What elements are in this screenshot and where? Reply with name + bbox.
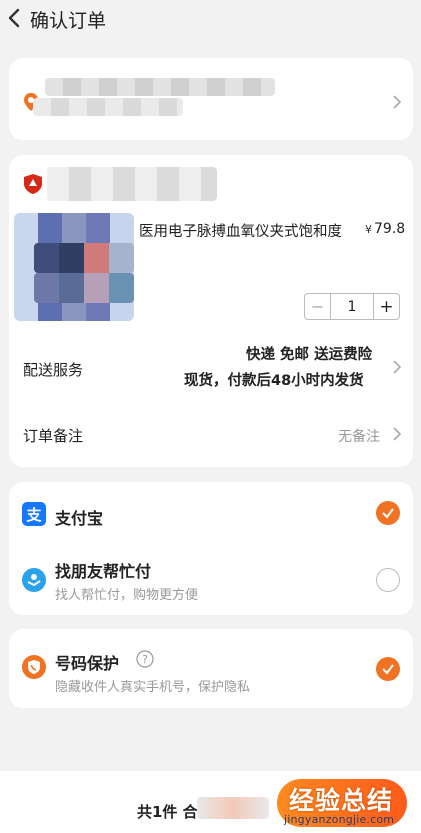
address-name-blurred [45,78,275,96]
watermark-url: jingyanzongjie.com [284,813,395,826]
address-card[interactable] [9,58,413,140]
quantity-stepper: − 1 + [304,293,400,320]
alipay-check[interactable] [376,501,400,525]
friend-pay-subtitle: 找人帮忙付，购物更方便 [55,588,199,603]
back-icon[interactable] [4,6,26,30]
chevron-right-icon[interactable] [392,360,402,374]
delivery-line2: 现货，付款后48小时内发货 [184,373,364,389]
privacy-check[interactable] [376,657,400,681]
svg-text:?: ? [142,653,148,666]
page-title: 确认订单 [30,10,107,32]
delivery-line1: 快递 免邮 送运费险 [246,347,373,363]
alipay-label[interactable]: 支付宝 [55,505,103,529]
item-count: 共1件 合 [137,803,198,821]
question-circle-icon[interactable]: ? [136,650,154,668]
decrease-button[interactable]: − [305,294,331,319]
product-image-detail [34,243,134,273]
friend-pay-icon [22,568,46,592]
remark-value[interactable]: 无备注 [338,426,380,446]
quantity-value[interactable]: 1 [331,294,373,319]
chevron-right-icon [393,95,402,109]
shop-name-blurred [47,167,217,201]
price-symbol: ¥ [365,223,372,236]
product-name: 医用电子脉搏血氧仪夹式饱和度 [139,224,342,240]
shop-logo-icon [24,174,42,194]
friend-pay-label[interactable]: 找朋友帮忙付 [55,558,151,582]
increase-button[interactable]: + [373,294,399,319]
delivery-label: 配送服务 [23,361,84,379]
phone-shield-icon [22,655,46,679]
svg-text:支: 支 [25,506,42,524]
product-price: 79.8 [374,221,406,237]
product-image-detail-2 [34,273,134,303]
payment-card: 支 支付宝 找朋友帮忙付 找人帮忙付，购物更方便 [9,482,413,615]
alipay-icon: 支 [22,502,46,526]
privacy-label: 号码保护 [55,654,120,673]
header: 确认订单 [0,0,421,40]
total-price-blurred [197,797,269,819]
remark-label: 订单备注 [23,427,84,445]
address-detail-blurred [33,98,183,116]
chevron-right-icon[interactable] [392,427,402,441]
check-icon [382,508,394,519]
privacy-card: 号码保护 ? 隐藏收件人真实手机号，保护隐私 [9,629,413,708]
friend-pay-radio[interactable] [376,568,400,592]
watermark-text: 经验总结 [289,786,394,815]
check-icon [382,664,394,675]
privacy-subtitle: 隐藏收件人真实手机号，保护隐私 [55,680,251,695]
